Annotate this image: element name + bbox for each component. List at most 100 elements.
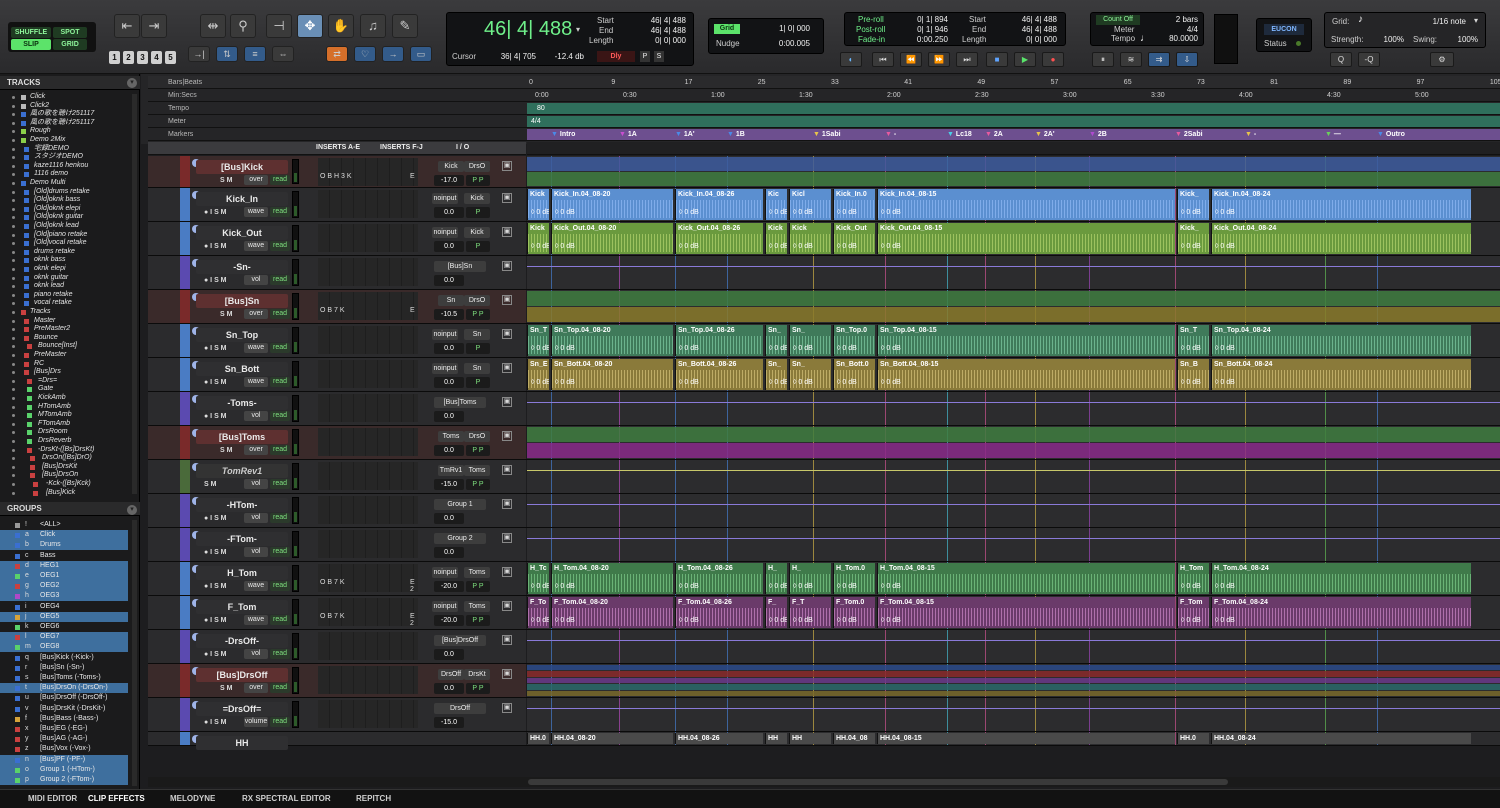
- pan-indicator[interactable]: P: [466, 241, 490, 252]
- track-comments-icon[interactable]: ▣: [502, 261, 512, 271]
- return-to-zero-icon[interactable]: ⏮: [872, 52, 894, 67]
- track-list-item[interactable]: Click: [0, 93, 128, 102]
- midi-grid-dropdown-icon[interactable]: ▾: [1474, 16, 1478, 25]
- link-track-icon[interactable]: ⇄: [326, 46, 348, 62]
- clip-gain-indicator[interactable]: ◊ 0 dB: [531, 345, 549, 352]
- clip-gain-indicator[interactable]: ◊ 0 dB: [1181, 243, 1201, 250]
- zoom-preset-2[interactable]: 2: [123, 51, 134, 64]
- track-output-selector[interactable]: Toms: [464, 601, 490, 612]
- audio-clip[interactable]: F_T ◊ 0 dB: [789, 597, 831, 628]
- solo-mute-buttons[interactable]: ● I S M: [204, 581, 227, 592]
- audio-clip[interactable]: F_Tom.04_08-20 ◊ 0 dB: [551, 597, 673, 628]
- track-output-selector[interactable]: DrsO: [464, 161, 490, 172]
- audio-clip[interactable]: Sn_Bott.04_08-20 ◊ 0 dB: [551, 359, 673, 390]
- pan-indicator[interactable]: P P: [466, 479, 490, 490]
- tempo-ruler[interactable]: Tempo 80: [148, 102, 1500, 115]
- audio-clip[interactable]: Sn_ ◊ 0 dB: [765, 325, 787, 356]
- play-icon[interactable]: ▶: [1014, 52, 1036, 67]
- track-view-selector[interactable]: over: [244, 683, 268, 693]
- track-playlist[interactable]: [527, 392, 1500, 425]
- track-playlist[interactable]: [527, 426, 1500, 459]
- insert-slots[interactable]: [318, 428, 418, 456]
- automation-mode-selector[interactable]: read: [270, 377, 290, 387]
- clip-gain-indicator[interactable]: ◊ 0 dB: [679, 379, 699, 386]
- spot-mode-button[interactable]: SPOT: [53, 27, 87, 38]
- clip-gain-indicator[interactable]: ◊ 0 dB: [1181, 345, 1201, 352]
- track-visible-dot-icon[interactable]: [12, 139, 15, 142]
- pan-indicator[interactable]: P P: [466, 175, 490, 186]
- clip-gain-indicator[interactable]: ◊ 0 dB: [769, 345, 787, 352]
- track-color-tab[interactable]: [180, 222, 190, 255]
- sel-start-value[interactable]: 46| 4| 488: [1005, 15, 1057, 24]
- automation-mode-selector[interactable]: read: [270, 479, 290, 489]
- slip-mode-button[interactable]: SLIP: [11, 39, 51, 50]
- eucon-label[interactable]: EUCON: [1264, 24, 1304, 35]
- audio-clip[interactable]: Kick ◊ 0 dB: [527, 189, 549, 220]
- track-output-selector[interactable]: Kick: [464, 227, 490, 238]
- pan-indicator[interactable]: P: [466, 377, 490, 388]
- track-input-selector[interactable]: noinput: [432, 363, 458, 374]
- volume-value[interactable]: 0.0: [434, 683, 464, 694]
- clip-gain-indicator[interactable]: ◊ 0 dB: [881, 345, 901, 352]
- audio-clip[interactable]: HH.04_08-26: [675, 733, 763, 744]
- metronome-icon[interactable]: ⏸: [1092, 52, 1114, 67]
- track-color-tab[interactable]: [180, 698, 190, 731]
- zoom-preset-5[interactable]: 5: [165, 51, 176, 64]
- track-comments-icon[interactable]: ▣: [502, 499, 512, 509]
- track-input-selector[interactable]: [Bus]Sn: [434, 261, 486, 272]
- count-off-button[interactable]: Count Off: [1096, 15, 1140, 25]
- track-color-tab[interactable]: [180, 562, 190, 595]
- insert-slots[interactable]: [318, 360, 418, 388]
- track-comments-icon[interactable]: ▣: [502, 363, 512, 373]
- audio-clip[interactable]: HH.0: [1177, 733, 1209, 744]
- automation-mode-selector[interactable]: read: [270, 649, 290, 659]
- automation-lane[interactable]: [527, 677, 1500, 684]
- pan-indicator[interactable]: P: [466, 207, 490, 218]
- track-view-selector[interactable]: vol: [244, 275, 268, 285]
- pencil-tool-icon[interactable]: ✎: [392, 14, 418, 38]
- insert-slots[interactable]: [318, 700, 418, 728]
- audio-clip[interactable]: Kick ◊ 0 dB: [789, 223, 831, 254]
- track-view-selector[interactable]: vol: [244, 547, 268, 557]
- marker[interactable]: ▼ 1Sabi: [813, 129, 841, 140]
- volume-value[interactable]: -20.0: [434, 581, 464, 592]
- clip-gain-indicator[interactable]: ◊ 0 dB: [555, 379, 575, 386]
- fadein-value[interactable]: 0:00.250: [900, 35, 948, 44]
- group-list-item[interactable]: p Group 2 (-FTom-): [0, 775, 128, 785]
- solo-mute-buttons[interactable]: ● I S M: [204, 649, 227, 660]
- insert-slots[interactable]: [318, 496, 418, 524]
- preroll-value[interactable]: 0| 1| 894: [900, 15, 948, 24]
- s-indicator[interactable]: S: [654, 51, 664, 62]
- track-header[interactable]: [Bus]DrsOff S M over read DrsOff DrsKt 0.0 P P ▣: [148, 664, 526, 697]
- volume-value[interactable]: 0.0: [434, 207, 464, 218]
- clip-gain-indicator[interactable]: ◊ 0 dB: [679, 617, 699, 624]
- track-name[interactable]: [Bus]Kick: [196, 160, 288, 174]
- track-name[interactable]: [Bus]Toms: [196, 430, 288, 444]
- pan-indicator[interactable]: P P: [466, 445, 490, 456]
- track-view-selector[interactable]: vol: [244, 649, 268, 659]
- track-output-selector[interactable]: Kick: [464, 193, 490, 204]
- track-color-tab[interactable]: [180, 460, 190, 493]
- volume-automation-line[interactable]: [527, 538, 1500, 539]
- clip-gain-indicator[interactable]: ◊ 0 dB: [679, 583, 699, 590]
- automation-mode-selector[interactable]: read: [270, 241, 290, 251]
- clip-gain-indicator[interactable]: ◊ 0 dB: [881, 583, 901, 590]
- marker[interactable]: ▼ -: [885, 129, 896, 140]
- sel-end-value[interactable]: 46| 4| 488: [1005, 25, 1057, 34]
- clip-gain-indicator[interactable]: ◊ 0 dB: [531, 243, 549, 250]
- audio-clip[interactable]: F_ ◊ 0 dB: [765, 597, 787, 628]
- track-playlist[interactable]: Kick ◊ 0 dB Kick_In.04_08-20 ◊ 0 dB Kick_In.…: [527, 188, 1500, 221]
- track-input-selector[interactable]: TmRv1: [438, 465, 464, 476]
- track-view-selector[interactable]: over: [244, 445, 268, 455]
- grabber-tool-icon[interactable]: ✋: [328, 14, 354, 38]
- clip-gain-indicator[interactable]: ◊ 0 dB: [881, 617, 901, 624]
- track-list-item[interactable]: Click2: [0, 102, 128, 111]
- solo-mute-buttons[interactable]: ● I S M: [204, 207, 227, 218]
- zoom-out-icon[interactable]: ⇤: [114, 14, 140, 38]
- volume-automation-line[interactable]: [527, 640, 1500, 641]
- track-input-selector[interactable]: Group 1: [434, 499, 486, 510]
- solo-mute-buttons[interactable]: ● I S M: [204, 411, 227, 422]
- solo-mute-buttons[interactable]: S M: [220, 683, 232, 694]
- track-name[interactable]: [Bus]DrsOff: [196, 668, 288, 682]
- bottom-tab[interactable]: MIDI EDITOR: [28, 794, 77, 803]
